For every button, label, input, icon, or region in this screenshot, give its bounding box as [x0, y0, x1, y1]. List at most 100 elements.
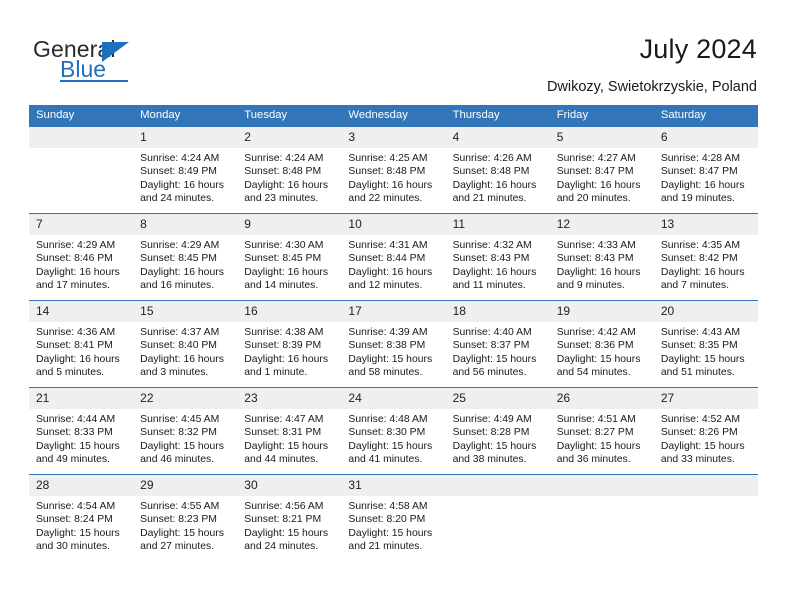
day-daylight1-text: Daylight: 16 hours	[660, 266, 745, 278]
day-details: Sunrise: 4:37 AM Sunset: 8:40 PM Daylight:…	[133, 322, 237, 380]
day-daylight2-text: and 21 minutes.	[348, 541, 423, 553]
calendar-day-cell[interactable]: 31 Sunrise: 4:58 AM Sunset: 8:20 PM Dayligh…	[341, 474, 446, 561]
calendar-day-cell[interactable]: 5 Sunrise: 4:27 AM Sunset: 8:47 PM Daylight…	[549, 126, 654, 214]
calendar-day-cell[interactable]: 7 Sunrise: 4:29 AM Sunset: 8:46 PM Daylight…	[29, 213, 134, 301]
calendar-day-cell-empty	[445, 474, 550, 561]
day-sunrise-text: Sunrise: 4:39 AM	[348, 327, 428, 338]
day-number: 20	[653, 301, 758, 322]
calendar-day-cell[interactable]: 28 Sunrise: 4:54 AM Sunset: 8:24 PM Dayligh…	[29, 474, 134, 561]
calendar-day-cell[interactable]: 1 Sunrise: 4:24 AM Sunset: 8:49 PM Daylight…	[133, 126, 238, 214]
day-daylight2-text: and 33 minutes.	[660, 454, 735, 466]
weekday-header-tuesday: Tuesday	[237, 105, 342, 127]
day-daylight2-text: and 17 minutes.	[36, 280, 110, 292]
day-number: 27	[653, 388, 758, 409]
calendar-week-row: 1 Sunrise: 4:24 AM Sunset: 8:49 PM Daylight…	[29, 126, 758, 214]
day-daylight2-text: and 44 minutes.	[244, 454, 319, 466]
day-number: 25	[445, 388, 550, 409]
page-header: General Blue July 2024 Dwikozy, Swietokr…	[0, 0, 792, 100]
calendar-day-cell[interactable]: 15 Sunrise: 4:37 AM Sunset: 8:40 PM Dayligh…	[133, 300, 238, 388]
weekday-header-friday: Friday	[549, 105, 654, 127]
calendar-day-cell[interactable]: 24 Sunrise: 4:48 AM Sunset: 8:30 PM Dayligh…	[341, 387, 446, 475]
day-daylight1-text: Daylight: 16 hours	[348, 266, 433, 278]
calendar-day-cell[interactable]: 10 Sunrise: 4:31 AM Sunset: 8:44 PM Dayligh…	[341, 213, 446, 301]
calendar-day-cell[interactable]: 27 Sunrise: 4:52 AM Sunset: 8:26 PM Dayligh…	[653, 387, 758, 475]
calendar-day-cell[interactable]: 12 Sunrise: 4:33 AM Sunset: 8:43 PM Dayligh…	[549, 213, 654, 301]
calendar-header-row: Sunday Monday Tuesday Wednesday Thursday Frid…	[29, 105, 758, 127]
day-details: Sunrise: 4:40 AM Sunset: 8:37 PM Daylight:…	[446, 322, 550, 380]
day-sunset-text: Sunset: 8:20 PM	[348, 514, 426, 526]
day-number: 17	[341, 301, 446, 322]
day-daylight1-text: Daylight: 16 hours	[244, 179, 329, 191]
day-sunrise-text: Sunrise: 4:26 AM	[452, 153, 532, 164]
day-sunrise-text: Sunrise: 4:28 AM	[660, 153, 740, 164]
day-number: 29	[133, 475, 238, 496]
day-details: Sunrise: 4:25 AM Sunset: 8:48 PM Daylight:…	[341, 148, 445, 206]
day-details: Sunrise: 4:51 AM Sunset: 8:27 PM Daylight:…	[550, 409, 654, 467]
day-sunset-text: Sunset: 8:36 PM	[556, 340, 634, 352]
day-sunset-text: Sunset: 8:47 PM	[556, 166, 634, 178]
day-sunset-text: Sunset: 8:38 PM	[348, 340, 426, 352]
day-details: Sunrise: 4:26 AM Sunset: 8:48 PM Daylight:…	[446, 148, 550, 206]
day-number: 16	[237, 301, 342, 322]
day-details: Sunrise: 4:38 AM Sunset: 8:39 PM Daylight:…	[237, 322, 341, 380]
calendar-day-cell[interactable]: 19 Sunrise: 4:42 AM Sunset: 8:36 PM Dayligh…	[549, 300, 654, 388]
calendar-day-cell[interactable]: 18 Sunrise: 4:40 AM Sunset: 8:37 PM Dayligh…	[445, 300, 550, 388]
calendar-day-cell[interactable]: 25 Sunrise: 4:49 AM Sunset: 8:28 PM Dayligh…	[445, 387, 550, 475]
calendar-day-cell[interactable]: 23 Sunrise: 4:47 AM Sunset: 8:31 PM Dayligh…	[237, 387, 342, 475]
day-daylight1-text: Daylight: 16 hours	[348, 179, 433, 191]
day-number	[549, 475, 654, 496]
triangle-icon	[102, 42, 129, 62]
day-sunrise-text: Sunrise: 4:37 AM	[140, 327, 220, 338]
day-sunrise-text: Sunrise: 4:45 AM	[140, 414, 220, 425]
day-sunrise-text: Sunrise: 4:43 AM	[660, 327, 740, 338]
day-daylight1-text: Daylight: 15 hours	[452, 440, 537, 452]
day-daylight2-text: and 27 minutes.	[140, 541, 215, 553]
day-details: Sunrise: 4:28 AM Sunset: 8:47 PM Daylight:…	[654, 148, 758, 206]
day-details: Sunrise: 4:48 AM Sunset: 8:30 PM Daylight:…	[341, 409, 445, 467]
day-number: 4	[445, 127, 550, 148]
day-daylight2-text: and 16 minutes.	[140, 280, 215, 292]
day-daylight2-text: and 21 minutes.	[452, 193, 527, 205]
day-details: Sunrise: 4:24 AM Sunset: 8:48 PM Daylight:…	[237, 148, 341, 206]
day-daylight1-text: Daylight: 16 hours	[36, 353, 120, 365]
day-daylight1-text: Daylight: 15 hours	[660, 440, 745, 452]
calendar-day-cell[interactable]: 21 Sunrise: 4:44 AM Sunset: 8:33 PM Dayligh…	[29, 387, 134, 475]
calendar-day-cell[interactable]: 11 Sunrise: 4:32 AM Sunset: 8:43 PM Dayligh…	[445, 213, 550, 301]
calendar-day-cell[interactable]: 26 Sunrise: 4:51 AM Sunset: 8:27 PM Dayligh…	[549, 387, 654, 475]
day-sunrise-text: Sunrise: 4:38 AM	[244, 327, 324, 338]
day-daylight1-text: Daylight: 16 hours	[140, 353, 224, 365]
calendar-day-cell[interactable]: 16 Sunrise: 4:38 AM Sunset: 8:39 PM Dayligh…	[237, 300, 342, 388]
day-daylight1-text: Daylight: 16 hours	[244, 266, 329, 278]
weekday-header-sunday: Sunday	[29, 105, 134, 127]
calendar-day-cell[interactable]: 22 Sunrise: 4:45 AM Sunset: 8:32 PM Dayligh…	[133, 387, 238, 475]
day-sunset-text: Sunset: 8:43 PM	[556, 253, 634, 265]
calendar-day-cell[interactable]: 4 Sunrise: 4:26 AM Sunset: 8:48 PM Daylight…	[445, 126, 550, 214]
day-number: 22	[133, 388, 238, 409]
day-daylight1-text: Daylight: 16 hours	[660, 179, 745, 191]
calendar-day-cell[interactable]: 9 Sunrise: 4:30 AM Sunset: 8:45 PM Daylight…	[237, 213, 342, 301]
day-sunset-text: Sunset: 8:44 PM	[348, 253, 426, 265]
calendar-day-cell[interactable]: 3 Sunrise: 4:25 AM Sunset: 8:48 PM Daylight…	[341, 126, 446, 214]
day-sunrise-text: Sunrise: 4:52 AM	[660, 414, 740, 425]
calendar-day-cell-empty	[549, 474, 654, 561]
day-details: Sunrise: 4:43 AM Sunset: 8:35 PM Daylight:…	[654, 322, 758, 380]
day-sunset-text: Sunset: 8:31 PM	[244, 427, 322, 439]
calendar-day-cell[interactable]: 2 Sunrise: 4:24 AM Sunset: 8:48 PM Daylight…	[237, 126, 342, 214]
calendar-day-cell[interactable]: 20 Sunrise: 4:43 AM Sunset: 8:35 PM Dayligh…	[653, 300, 758, 388]
day-daylight1-text: Daylight: 15 hours	[556, 440, 641, 452]
calendar-day-cell[interactable]: 17 Sunrise: 4:39 AM Sunset: 8:38 PM Dayligh…	[341, 300, 446, 388]
day-details: Sunrise: 4:29 AM Sunset: 8:46 PM Daylight:…	[29, 235, 133, 293]
calendar-day-cell[interactable]: 30 Sunrise: 4:56 AM Sunset: 8:21 PM Dayligh…	[237, 474, 342, 561]
day-sunset-text: Sunset: 8:47 PM	[660, 166, 738, 178]
day-daylight1-text: Daylight: 15 hours	[556, 353, 641, 365]
day-number	[29, 127, 134, 148]
calendar-day-cell[interactable]: 14 Sunrise: 4:36 AM Sunset: 8:41 PM Dayligh…	[29, 300, 134, 388]
calendar-day-cell[interactable]: 13 Sunrise: 4:35 AM Sunset: 8:42 PM Dayligh…	[653, 213, 758, 301]
day-sunset-text: Sunset: 8:48 PM	[452, 166, 530, 178]
calendar-day-cell[interactable]: 6 Sunrise: 4:28 AM Sunset: 8:47 PM Daylight…	[653, 126, 758, 214]
day-daylight1-text: Daylight: 15 hours	[140, 440, 224, 452]
calendar-day-cell[interactable]: 8 Sunrise: 4:29 AM Sunset: 8:45 PM Daylight…	[133, 213, 238, 301]
day-details: Sunrise: 4:49 AM Sunset: 8:28 PM Daylight:…	[446, 409, 550, 467]
day-number: 6	[653, 127, 758, 148]
calendar-day-cell[interactable]: 29 Sunrise: 4:55 AM Sunset: 8:23 PM Dayligh…	[133, 474, 238, 561]
